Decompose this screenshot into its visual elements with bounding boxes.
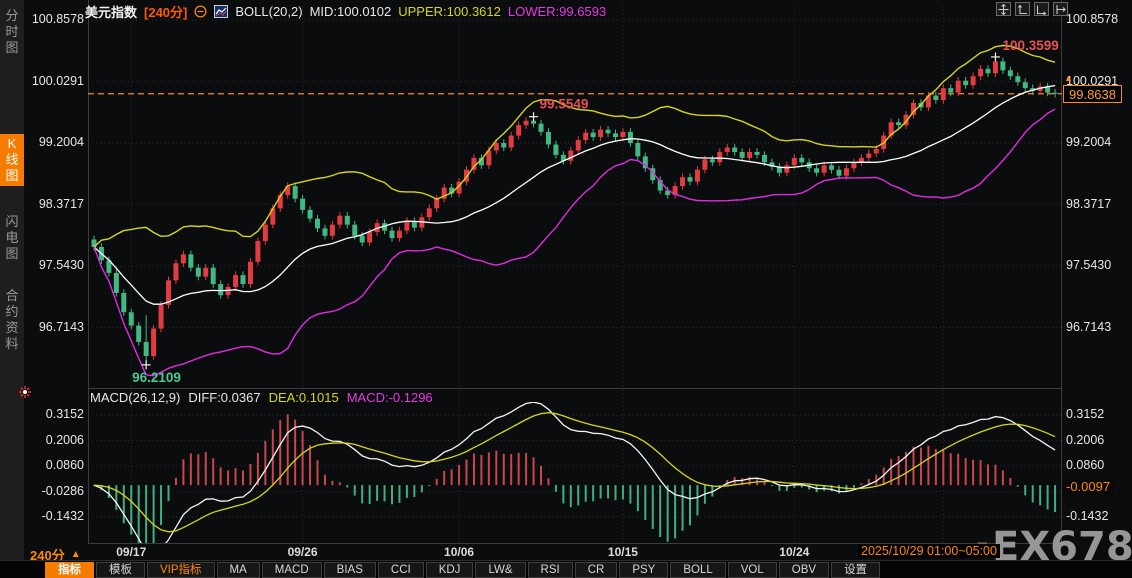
y-scale-icon[interactable] <box>1015 2 1030 16</box>
toolbar-button-6[interactable]: CCI <box>377 561 424 578</box>
macd-axis-label-right: -0.1432 <box>1066 509 1109 523</box>
current-price-badge: 99.8638 <box>1063 84 1122 103</box>
xaxis-date-label: 09/26 <box>287 545 318 559</box>
toolbar-button-0[interactable]: 指标 <box>45 561 94 578</box>
toolbar-button-4[interactable]: MACD <box>261 561 322 578</box>
chart-header: 美元指数 [240分] BOLL(20,2) MID:100.0102 UPPE… <box>85 3 607 20</box>
indicator-toolbar: 指标 模板 VIP指标 MA MACD BIAS CCI KDJ LW& RSI CR PSY BOLL… <box>0 560 1132 578</box>
indicator-chart-icon[interactable] <box>214 4 229 18</box>
alert-icon[interactable] <box>19 385 31 403</box>
collapse-icon[interactable] <box>194 4 207 18</box>
toolbar-button-7[interactable]: KDJ <box>425 561 474 578</box>
toolbar-button-14[interactable]: OBV <box>778 561 830 578</box>
xaxis-date-label: 10/06 <box>444 545 475 559</box>
sidebar-tab-2[interactable]: 闪电图 <box>0 212 24 264</box>
xaxis-date-label: 10/15 <box>607 545 638 559</box>
toolbar-button-8[interactable]: LW& <box>475 561 526 578</box>
svg-text:96.2109: 96.2109 <box>132 370 181 385</box>
toolbar-button-11[interactable]: PSY <box>619 561 669 578</box>
boll-upper-value: UPPER:100.3612 <box>398 3 501 19</box>
shift-right-icon[interactable] <box>1053 2 1068 16</box>
main-axis-label-left: 98.3717 <box>38 196 84 211</box>
main-axis-label-left: 96.7143 <box>38 319 84 334</box>
chart-tool-buttons <box>996 2 1068 16</box>
toolbar-button-3[interactable]: MA <box>216 561 260 578</box>
main-axis-label-left: 100.8578 <box>31 12 84 26</box>
toolbar-button-12[interactable]: BOLL <box>670 561 726 578</box>
price-up-arrow: ▲ <box>1064 72 1073 83</box>
macd-axis-label-left: 0.3152 <box>45 407 84 421</box>
macd-dea-value: DEA:0.1015 <box>268 390 339 405</box>
macd-axis-label-left: -0.1432 <box>41 509 84 523</box>
macd-axis-label-left: 0.2006 <box>45 432 84 447</box>
x-scale-icon[interactable] <box>1034 2 1049 16</box>
svg-text:100.3599: 100.3599 <box>1002 38 1058 53</box>
price-chart[interactable]: 96.2109 99.5549 100.3599 <box>88 0 1062 545</box>
boll-mid-value: MID:100.0102 <box>309 3 392 19</box>
toolbar-button-10[interactable]: CR <box>574 561 618 578</box>
toolbar-button-1[interactable]: 模板 <box>96 561 145 578</box>
main-axis-label-left: 97.5430 <box>38 258 84 272</box>
main-axis-label-right: 97.5430 <box>1066 258 1112 272</box>
trading-chart-app: 分时图 K线图闪电图合约资料 美元指数 [240分] BOLL(20,2) MID… <box>0 0 1132 578</box>
main-axis-label-right: 99.2004 <box>1066 135 1112 149</box>
left-tab-bar: 分时图 K线图闪电图合约资料 <box>0 0 24 560</box>
main-axis-label-right: 96.7143 <box>1066 319 1112 334</box>
boll-lower-value: LOWER:99.6593 <box>507 3 607 19</box>
toolbar-button-15[interactable]: 设置 <box>831 561 881 578</box>
boll-indicator-label: BOLL(20,2) <box>235 3 303 19</box>
sidebar-tab-3[interactable]: 合约资料 <box>0 286 24 354</box>
macd-diff-value: DIFF:0.0367 <box>188 390 261 405</box>
main-axis-label-right: 100.8578 <box>1066 12 1119 26</box>
macd-indicator-label: MACD(26,12,9) <box>90 390 181 405</box>
macd-axis-label-right: 0.2006 <box>1066 432 1105 447</box>
toolbar-button-13[interactable]: VOL <box>727 561 777 578</box>
xaxis-date-label: 10/24 <box>779 545 810 559</box>
macd-header: MACD(26,12,9) DIFF:0.0367 DEA:0.1015 MAC… <box>90 390 433 405</box>
svg-text:99.5549: 99.5549 <box>540 97 589 112</box>
macd-axis-label-right: 0.0860 <box>1066 458 1105 472</box>
macd-value: MACD:-0.1296 <box>346 390 433 405</box>
toolbar-button-2[interactable]: VIP指标 <box>147 561 215 578</box>
xaxis-datetime: 2025/10/29 01:00~05:00 <box>858 544 1000 558</box>
xaxis-date-label: 09/17 <box>116 545 147 559</box>
main-axis-label-left: 99.2004 <box>38 135 84 149</box>
symbol-name: 美元指数 <box>85 4 138 20</box>
macd-axis-label-left: -0.0286 <box>41 483 84 498</box>
toolbar-button-5[interactable]: BIAS <box>323 561 376 578</box>
current-macd-badge: -0.0097 <box>1062 479 1115 496</box>
period-label: [240分] <box>144 4 188 20</box>
main-axis-label-right: 98.3717 <box>1066 196 1112 211</box>
period-up-arrow: ▲ <box>70 549 81 560</box>
toolbar-button-9[interactable]: RSI <box>527 561 573 578</box>
sidebar-tab-0[interactable]: 分时图 <box>0 6 24 58</box>
main-axis-label-left: 100.0291 <box>31 73 84 88</box>
macd-axis-label-right: 0.3152 <box>1066 407 1105 421</box>
pan-move-icon[interactable] <box>996 2 1011 16</box>
sidebar-tab-1[interactable]: K线图 <box>0 134 24 186</box>
macd-axis-label-left: 0.0860 <box>45 458 84 472</box>
